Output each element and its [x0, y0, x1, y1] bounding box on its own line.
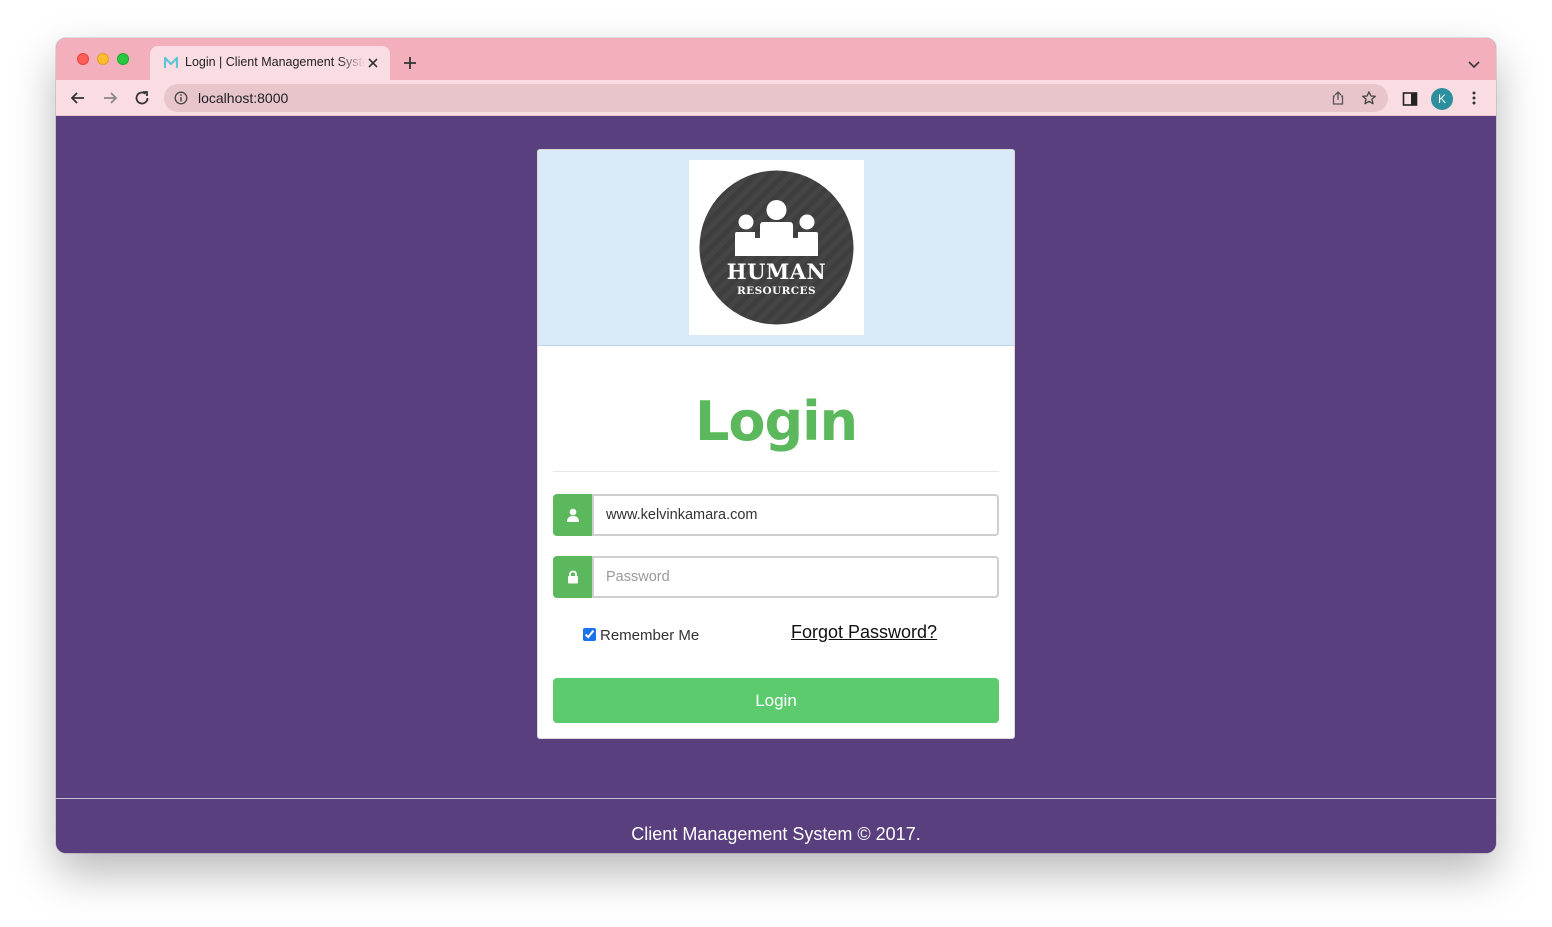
human-resources-logo: HUMAN RESOURCES [689, 160, 864, 335]
card-header: HUMAN RESOURCES [538, 150, 1014, 346]
minimize-window-button[interactable] [97, 53, 109, 65]
browser-tab[interactable]: Login | Client Management System [150, 46, 390, 80]
close-tab-icon[interactable] [366, 56, 380, 70]
more-menu-icon[interactable] [1466, 90, 1482, 106]
logo-title: HUMAN [726, 259, 827, 284]
back-icon[interactable] [69, 89, 87, 107]
reload-icon[interactable] [133, 89, 151, 107]
chevron-down-icon[interactable] [1466, 56, 1482, 72]
bookmark-star-icon[interactable] [1361, 90, 1377, 106]
password-input-group [553, 556, 999, 598]
forgot-password-link[interactable]: Forgot Password? [791, 622, 937, 643]
browser-window: Login | Client Management System localho… [56, 38, 1496, 853]
login-card: HUMAN RESOURCES Login www.kelvinkamara.c… [537, 149, 1015, 739]
tab-title: Login | Client Management System [185, 55, 365, 69]
footer-divider [56, 798, 1496, 799]
lock-icon [568, 570, 578, 584]
heading-divider [553, 471, 999, 472]
forward-icon[interactable] [101, 89, 119, 107]
favicon-icon [164, 56, 178, 68]
username-input-group [553, 494, 999, 536]
login-button[interactable]: Login [553, 678, 999, 723]
remember-me-checkbox[interactable] [583, 628, 596, 641]
password-field[interactable] [592, 556, 999, 598]
footer-copyright: Client Management System © 2017. [631, 824, 921, 844]
password-addon [553, 556, 593, 598]
page-body: HUMAN RESOURCES Login www.kelvinkamara.c… [56, 117, 1496, 853]
url-text: localhost:8000 [198, 90, 289, 106]
maximize-window-button[interactable] [117, 53, 129, 65]
logo-subtitle: RESOURCES [737, 285, 816, 297]
login-heading: Login [694, 390, 858, 453]
site-info-icon[interactable] [174, 91, 188, 105]
side-panel-icon[interactable] [1402, 91, 1418, 107]
close-window-button[interactable] [77, 53, 89, 65]
remember-me-label[interactable]: Remember Me [600, 627, 699, 644]
username-addon [553, 494, 593, 536]
new-tab-icon[interactable] [402, 55, 418, 71]
user-icon [567, 508, 579, 522]
tab-strip: Login | Client Management System [56, 38, 1496, 80]
browser-toolbar: localhost:8000 K [56, 80, 1496, 116]
share-icon[interactable] [1330, 90, 1346, 106]
profile-avatar[interactable]: K [1431, 88, 1453, 110]
address-bar[interactable]: localhost:8000 [164, 84, 1388, 112]
username-field[interactable] [592, 494, 999, 536]
